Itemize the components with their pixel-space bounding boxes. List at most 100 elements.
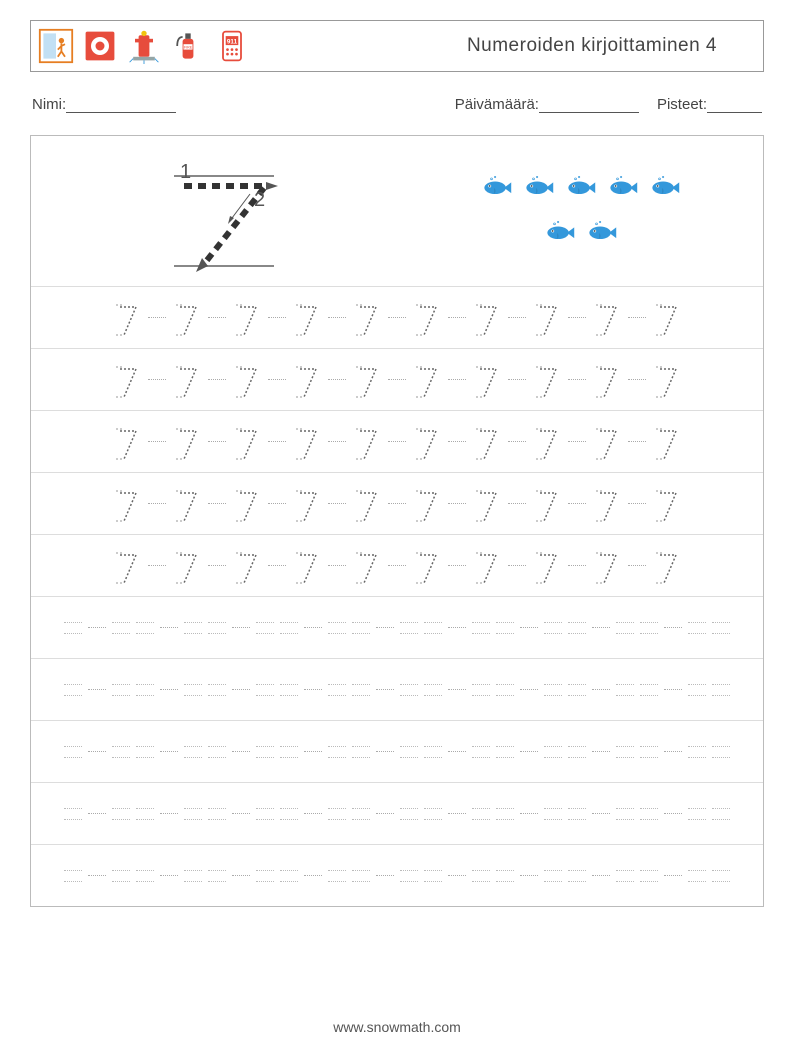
guide-segment[interactable] — [544, 808, 562, 820]
guide-segment[interactable] — [712, 622, 730, 634]
trace-digit-7[interactable] — [652, 481, 682, 527]
trace-digit-7[interactable] — [172, 543, 202, 589]
guide-segment[interactable] — [352, 870, 370, 882]
guide-segment[interactable] — [256, 622, 274, 634]
guide-segment[interactable] — [472, 808, 490, 820]
trace-digit-7[interactable] — [112, 357, 142, 403]
guide-segment[interactable] — [544, 622, 562, 634]
guide-segment[interactable] — [280, 622, 298, 634]
practice-row[interactable] — [31, 596, 763, 658]
guide-segment[interactable] — [136, 870, 154, 882]
trace-digit-7[interactable] — [112, 295, 142, 341]
trace-digit-7[interactable] — [112, 543, 142, 589]
trace-digit-7[interactable] — [292, 481, 322, 527]
guide-segment[interactable] — [640, 746, 658, 758]
trace-digit-7[interactable] — [232, 543, 262, 589]
trace-digit-7[interactable] — [352, 419, 382, 465]
trace-digit-7[interactable] — [352, 481, 382, 527]
guide-segment[interactable] — [688, 622, 706, 634]
trace-digit-7[interactable] — [592, 295, 622, 341]
trace-digit-7[interactable] — [292, 295, 322, 341]
guide-segment[interactable] — [136, 808, 154, 820]
trace-digit-7[interactable] — [172, 295, 202, 341]
guide-segment[interactable] — [400, 622, 418, 634]
guide-segment[interactable] — [712, 746, 730, 758]
trace-digit-7[interactable] — [532, 295, 562, 341]
guide-segment[interactable] — [112, 808, 130, 820]
guide-segment[interactable] — [640, 684, 658, 696]
trace-digit-7[interactable] — [532, 543, 562, 589]
guide-segment[interactable] — [352, 622, 370, 634]
guide-segment[interactable] — [616, 622, 634, 634]
guide-segment[interactable] — [400, 870, 418, 882]
guide-segment[interactable] — [568, 684, 586, 696]
guide-segment[interactable] — [136, 684, 154, 696]
guide-segment[interactable] — [208, 808, 226, 820]
trace-digit-7[interactable] — [592, 357, 622, 403]
guide-segment[interactable] — [280, 746, 298, 758]
guide-segment[interactable] — [352, 808, 370, 820]
trace-digit-7[interactable] — [352, 357, 382, 403]
guide-segment[interactable] — [64, 622, 82, 634]
trace-digit-7[interactable] — [412, 295, 442, 341]
trace-digit-7[interactable] — [532, 419, 562, 465]
guide-segment[interactable] — [400, 746, 418, 758]
trace-row[interactable] — [31, 286, 763, 348]
trace-digit-7[interactable] — [232, 357, 262, 403]
name-blank[interactable] — [66, 97, 176, 113]
guide-segment[interactable] — [328, 622, 346, 634]
guide-segment[interactable] — [568, 870, 586, 882]
trace-digit-7[interactable] — [472, 295, 502, 341]
guide-segment[interactable] — [400, 684, 418, 696]
trace-digit-7[interactable] — [472, 481, 502, 527]
guide-segment[interactable] — [112, 746, 130, 758]
guide-segment[interactable] — [544, 746, 562, 758]
trace-digit-7[interactable] — [652, 357, 682, 403]
guide-segment[interactable] — [496, 746, 514, 758]
guide-segment[interactable] — [184, 870, 202, 882]
guide-segment[interactable] — [472, 622, 490, 634]
trace-digit-7[interactable] — [412, 357, 442, 403]
guide-segment[interactable] — [184, 622, 202, 634]
guide-segment[interactable] — [472, 870, 490, 882]
guide-segment[interactable] — [400, 808, 418, 820]
trace-digit-7[interactable] — [232, 419, 262, 465]
date-blank[interactable] — [539, 97, 639, 113]
guide-segment[interactable] — [328, 808, 346, 820]
guide-segment[interactable] — [136, 622, 154, 634]
trace-digit-7[interactable] — [292, 543, 322, 589]
guide-segment[interactable] — [256, 746, 274, 758]
guide-segment[interactable] — [568, 622, 586, 634]
trace-digit-7[interactable] — [652, 295, 682, 341]
trace-digit-7[interactable] — [292, 357, 322, 403]
guide-segment[interactable] — [688, 870, 706, 882]
trace-row[interactable] — [31, 348, 763, 410]
guide-segment[interactable] — [208, 870, 226, 882]
guide-segment[interactable] — [328, 746, 346, 758]
guide-segment[interactable] — [712, 870, 730, 882]
guide-segment[interactable] — [352, 684, 370, 696]
trace-digit-7[interactable] — [532, 357, 562, 403]
guide-segment[interactable] — [616, 746, 634, 758]
guide-segment[interactable] — [208, 746, 226, 758]
trace-digit-7[interactable] — [172, 419, 202, 465]
trace-digit-7[interactable] — [412, 419, 442, 465]
guide-segment[interactable] — [112, 870, 130, 882]
guide-segment[interactable] — [688, 684, 706, 696]
guide-segment[interactable] — [424, 870, 442, 882]
guide-segment[interactable] — [616, 684, 634, 696]
guide-segment[interactable] — [64, 684, 82, 696]
guide-segment[interactable] — [184, 684, 202, 696]
guide-segment[interactable] — [136, 746, 154, 758]
guide-segment[interactable] — [256, 870, 274, 882]
trace-digit-7[interactable] — [112, 481, 142, 527]
guide-segment[interactable] — [640, 870, 658, 882]
guide-segment[interactable] — [568, 746, 586, 758]
guide-segment[interactable] — [112, 684, 130, 696]
practice-row[interactable] — [31, 658, 763, 720]
guide-segment[interactable] — [424, 808, 442, 820]
guide-segment[interactable] — [568, 808, 586, 820]
trace-digit-7[interactable] — [232, 481, 262, 527]
guide-segment[interactable] — [424, 622, 442, 634]
trace-digit-7[interactable] — [592, 481, 622, 527]
